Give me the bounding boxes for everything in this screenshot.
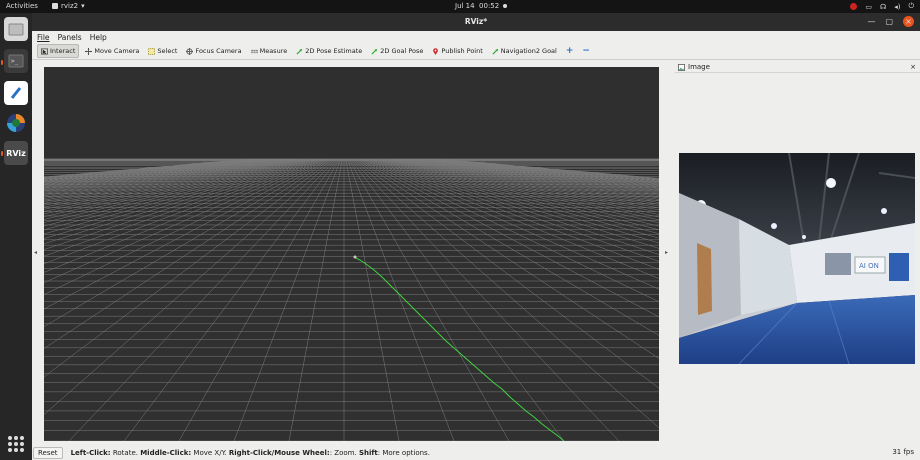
2d-pose-estimate-tool-button[interactable]: 2D Pose Estimate	[293, 44, 365, 58]
green-arrow-icon	[296, 48, 303, 55]
menu-help[interactable]: Help	[90, 33, 107, 42]
image-icon	[678, 63, 685, 71]
network-icon[interactable]: ☊	[880, 3, 886, 11]
mouse-hint-text: Left-Click: Rotate. Middle-Click: Move X…	[70, 448, 430, 457]
dock: >_ RViz	[0, 13, 32, 460]
system-top-bar: Activities rviz2 ▾ Jul 14 00:52 ▭ ☊ ◂) ⏻	[0, 0, 920, 13]
interact-tool-button[interactable]: Interact	[37, 44, 80, 58]
menu-file[interactable]: File	[37, 33, 50, 42]
ruler-icon	[250, 49, 258, 53]
measure-tool-button[interactable]: Measure	[248, 44, 291, 58]
image-panel: Image × AI ON	[675, 62, 920, 444]
close-panel-icon[interactable]: ×	[910, 63, 916, 71]
select-box-icon	[148, 47, 156, 55]
terminal-icon[interactable]: >_	[4, 49, 28, 73]
move-arrows-icon	[85, 47, 93, 55]
remove-tool-button[interactable]: −	[579, 44, 593, 58]
menu-bar: File Panels Help	[32, 31, 920, 43]
volume-icon[interactable]: ◂)	[894, 3, 900, 11]
select-tool-button[interactable]: Select	[145, 44, 180, 58]
image-panel-header[interactable]: Image ×	[675, 62, 920, 73]
minimize-icon[interactable]: —	[867, 16, 875, 27]
chevron-down-icon: ▾	[81, 2, 85, 10]
collapse-left-panel-icon[interactable]: ◂	[34, 249, 37, 256]
browser-icon[interactable]	[4, 111, 28, 135]
green-arrow-icon	[371, 48, 378, 55]
cursor-icon	[41, 47, 48, 55]
show-apps-icon[interactable]	[8, 436, 24, 452]
robot-pose-marker	[353, 255, 357, 259]
rviz-icon[interactable]: RViz	[4, 141, 28, 165]
dock-running-indicator	[1, 151, 3, 156]
status-bar: Reset Left-Click: Rotate. Middle-Click: …	[32, 445, 920, 460]
tools-toolbar: Interact Move Camera Select Focus Camera…	[32, 43, 920, 60]
camera-feed-scene: AI ON	[679, 153, 915, 364]
collapse-right-panel-icon[interactable]: ▸	[665, 249, 668, 256]
add-tool-button[interactable]: +	[563, 44, 577, 58]
fps-counter: 31 fps	[892, 448, 914, 456]
menu-panels[interactable]: Panels	[58, 33, 82, 42]
rviz-window: RViz* — ▢ × File Panels Help Interact Mo…	[32, 13, 920, 460]
crosshair-icon	[186, 47, 194, 55]
title-bar[interactable]: RViz* — ▢ ×	[32, 13, 920, 31]
close-icon[interactable]: ×	[903, 16, 914, 27]
app-menu[interactable]: rviz2 ▾	[52, 2, 85, 10]
app-name: rviz2	[61, 2, 79, 10]
window-title: RViz*	[464, 17, 488, 26]
navigation2-goal-tool-button[interactable]: Navigation2 Goal	[489, 44, 560, 58]
recording-icon[interactable]	[850, 3, 858, 10]
map-pin-icon	[433, 47, 439, 55]
activities-button[interactable]: Activities	[6, 2, 38, 10]
files-icon[interactable]	[4, 17, 28, 41]
updates-icon[interactable]: ▭	[865, 3, 872, 11]
svg-text:AI ON: AI ON	[859, 262, 879, 270]
power-icon[interactable]: ⏻	[908, 2, 914, 11]
green-arrow-icon	[492, 48, 498, 55]
reset-button[interactable]: Reset	[33, 446, 63, 459]
maximize-icon[interactable]: ▢	[885, 16, 893, 27]
camera-image: AI ON	[679, 153, 915, 364]
text-editor-icon[interactable]	[4, 81, 28, 105]
move-camera-tool-button[interactable]: Move Camera	[82, 44, 142, 58]
publish-point-tool-button[interactable]: Publish Point	[429, 44, 485, 58]
focus-camera-tool-button[interactable]: Focus Camera	[183, 44, 244, 58]
svg-text:>_: >_	[11, 58, 19, 65]
image-panel-title: Image	[688, 63, 710, 71]
clock[interactable]: Jul 14 00:52	[455, 2, 499, 10]
rviz-app-icon	[52, 3, 58, 9]
dock-running-indicator	[1, 60, 3, 65]
ground-grid	[44, 67, 659, 441]
3d-render-view[interactable]	[44, 67, 659, 441]
2d-goal-pose-tool-button[interactable]: 2D Goal Pose	[368, 44, 426, 58]
system-tray[interactable]: ▭ ☊ ◂) ⏻	[850, 2, 914, 11]
notification-dot-icon	[503, 4, 507, 8]
